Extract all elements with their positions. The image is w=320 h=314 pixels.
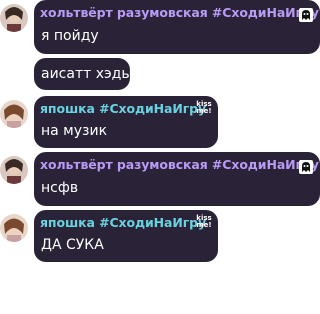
message-bubble: хольтвёрт разумовская #СходиНаИгру нсфв [34, 152, 320, 206]
message-text: аисатт хэды [41, 66, 133, 82]
message-text: я пойду [41, 28, 99, 44]
message-bubble: япошка #СходиНаИгру kiss me! на музик [34, 96, 218, 148]
ghost-icon [299, 160, 313, 174]
message-text: нсфв [41, 180, 79, 196]
username[interactable]: япошка #СходиНаИгру [40, 215, 206, 231]
kiss-me-badge: kiss me! [196, 100, 212, 115]
kiss-me-badge: kiss me! [196, 214, 212, 229]
message-text: на музик [41, 123, 108, 139]
message-bubble: хольтвёрт разумовская #СходиНаИгру я пой… [34, 0, 320, 54]
username[interactable]: япошка #СходиНаИгру [40, 101, 206, 117]
avatar[interactable] [0, 4, 28, 32]
message-bubble: аисатт хэды [34, 58, 133, 90]
ghost-icon [299, 8, 313, 22]
avatar[interactable] [0, 100, 28, 128]
message-bubble: япошка #СходиНаИгру kiss me! ДА СУКА [34, 210, 218, 262]
username[interactable]: хольтвёрт разумовская #СходиНаИгру [40, 5, 319, 21]
username[interactable]: хольтвёрт разумовская #СходиНаИгру [40, 157, 319, 173]
avatar[interactable] [0, 214, 28, 242]
avatar[interactable] [0, 156, 28, 184]
message-text: ДА СУКА [41, 237, 104, 253]
